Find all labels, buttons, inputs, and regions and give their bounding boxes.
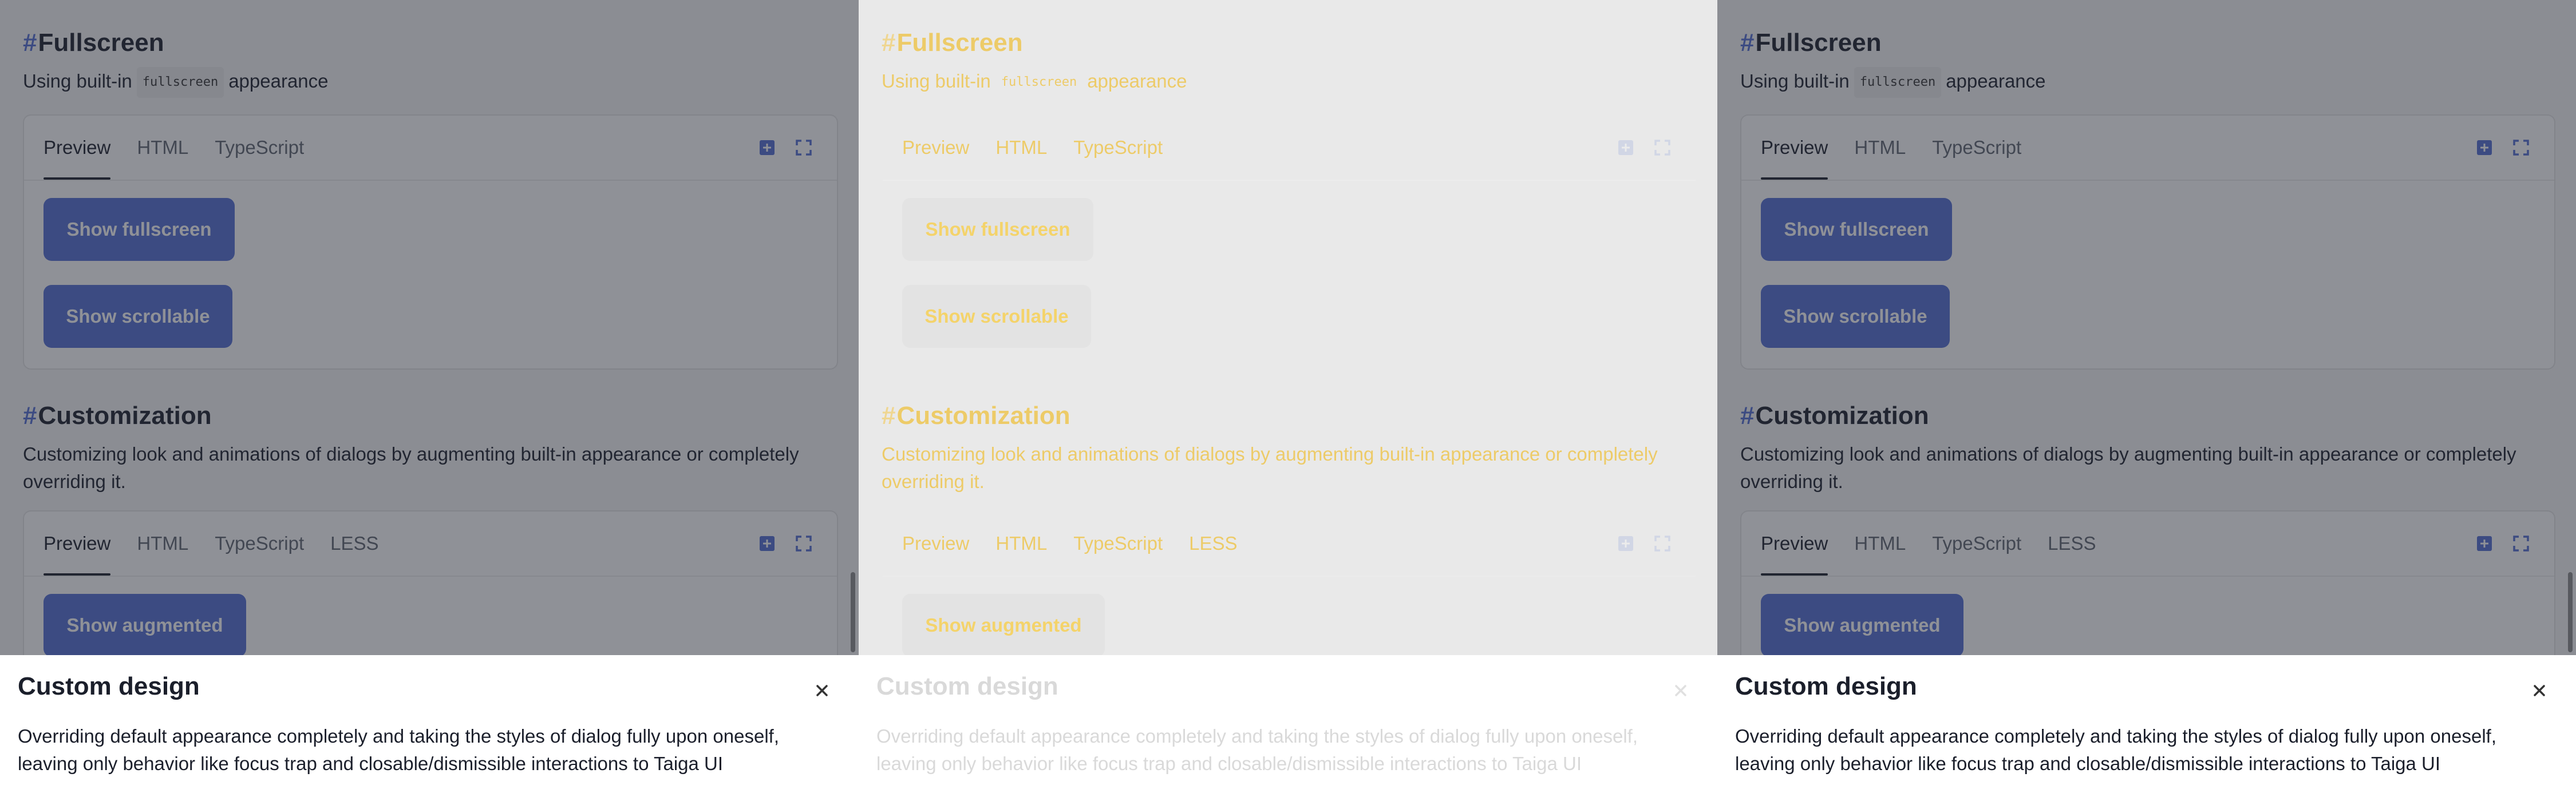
panel-right: #Fullscreen Using built-infullscreenappe… [1717, 0, 2576, 801]
tab-html[interactable]: HTML [995, 511, 1047, 576]
tab-typescript[interactable]: TypeScript [1073, 116, 1163, 180]
dialog-text: Overriding default appearance completely… [1735, 725, 2496, 774]
modal-backdrop[interactable] [0, 0, 859, 655]
section-heading-customization: #Customization [882, 402, 1070, 430]
dialog-title: Custom design [876, 672, 1058, 700]
modal-backdrop[interactable] [1717, 0, 2576, 655]
close-icon[interactable] [1669, 679, 1692, 702]
panel-middle: #Fullscreen Using built-in fullscreen appe… [859, 0, 1717, 801]
custom-dialog: Custom design Overriding default appeara… [1717, 655, 2576, 801]
example-card-fullscreen: Preview HTML TypeScript Show fullscreen … [882, 114, 1697, 370]
code-chip: fullscreen [1001, 75, 1077, 89]
dialog-text: Overriding default appearance completely… [876, 725, 1638, 774]
anchor-hash[interactable]: # [882, 402, 895, 430]
section-heading-fullscreen: #Fullscreen [882, 29, 1023, 57]
example-tabs: Preview HTML TypeScript [902, 116, 1163, 180]
custom-dialog: Custom design Overriding default appeara… [0, 655, 859, 801]
panel-left: #Fullscreen Using built-infullscreenappe… [0, 0, 859, 801]
section-title: Fullscreen [896, 29, 1023, 57]
dialog-title: Custom design [1735, 672, 1917, 700]
section-title: Customization [896, 402, 1070, 430]
docs-page: #Fullscreen Using built-infullscreenappe… [859, 0, 1717, 657]
expand-plus-icon[interactable] [1617, 534, 1635, 553]
fullscreen-icon[interactable] [1653, 138, 1672, 157]
tab-preview[interactable]: Preview [902, 116, 969, 180]
section-description: Customizing look and animations of dialo… [882, 443, 1658, 492]
custom-dialog: Custom design Overriding default appeara… [859, 655, 1717, 801]
desc-text: Using built-in [882, 70, 991, 92]
tabs-divider [883, 180, 1696, 181]
tab-html[interactable]: HTML [995, 116, 1047, 180]
dialog-text: Overriding default appearance completely… [18, 725, 779, 774]
show-fullscreen-button[interactable]: Show fullscreen [902, 198, 1093, 261]
anchor-hash[interactable]: # [882, 29, 895, 57]
desc-text: appearance [1087, 70, 1187, 92]
show-augmented-button[interactable]: Show augmented [902, 594, 1105, 657]
section-description: Using built-in fullscreen appearance [882, 67, 1187, 98]
fullscreen-icon[interactable] [1653, 534, 1672, 553]
show-scrollable-button[interactable]: Show scrollable [902, 285, 1091, 348]
close-icon[interactable] [2528, 679, 2551, 702]
tab-less[interactable]: LESS [1189, 511, 1237, 576]
close-icon[interactable] [811, 679, 833, 702]
example-tabs: Preview HTML TypeScript LESS [902, 511, 1238, 576]
tab-preview[interactable]: Preview [902, 511, 969, 576]
tabs-divider [883, 576, 1696, 577]
tab-typescript[interactable]: TypeScript [1073, 511, 1163, 576]
dialog-title: Custom design [18, 672, 200, 700]
expand-plus-icon[interactable] [1617, 138, 1635, 157]
